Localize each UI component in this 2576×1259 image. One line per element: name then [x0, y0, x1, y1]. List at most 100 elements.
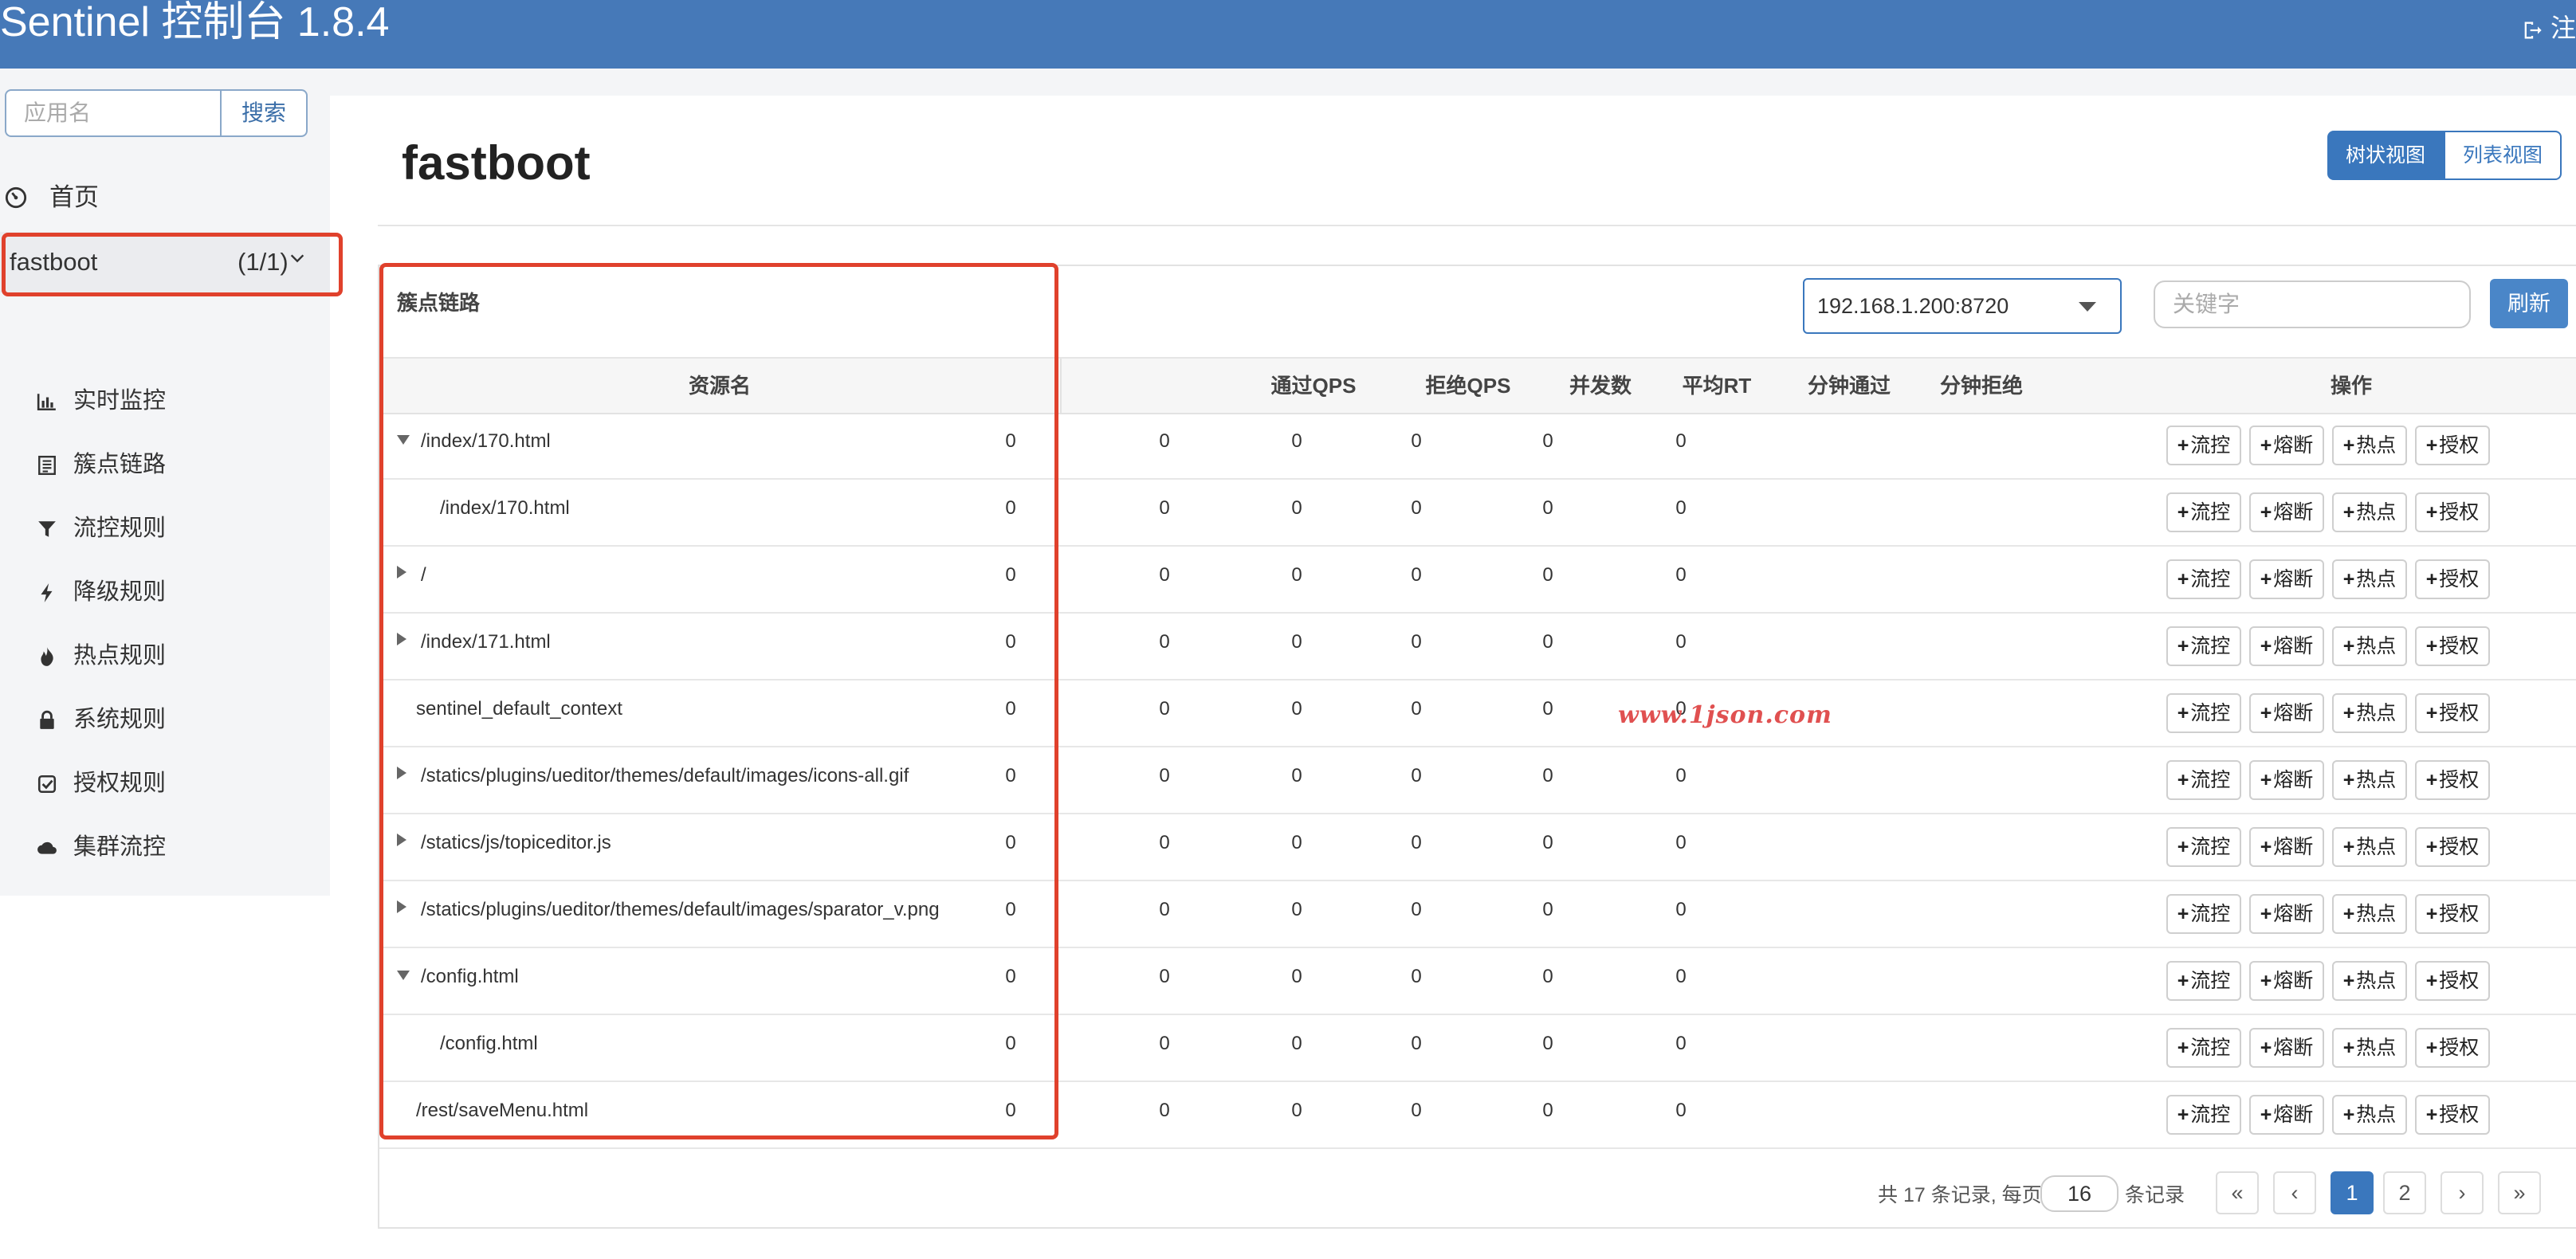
action-label: 流控 — [2190, 434, 2231, 457]
machine-select[interactable]: 192.168.1.200:8720 — [1803, 278, 2122, 334]
flow-rule-button[interactable]: +流控 — [2166, 492, 2241, 532]
auth-rule-button[interactable]: +授权 — [2415, 894, 2490, 934]
table-row: /index/170.html 0 0 0 0 0 0 +流控 +熔断 +热点 +授权 — [379, 480, 2576, 547]
degrade-rule-button[interactable]: +熔断 — [2249, 760, 2324, 800]
plus-icon: + — [2425, 1104, 2438, 1126]
hotspot-rule-button[interactable]: +热点 — [2332, 894, 2407, 934]
refresh-button[interactable]: 刷新 — [2490, 279, 2568, 328]
flow-rule-button[interactable]: +流控 — [2166, 961, 2241, 1001]
keyword-input[interactable] — [2154, 280, 2471, 328]
flow-rule-button[interactable]: +流控 — [2166, 760, 2241, 800]
action-label: 热点 — [2356, 903, 2397, 925]
caret-right-icon[interactable] — [397, 566, 406, 579]
caret-right-icon[interactable] — [397, 633, 406, 645]
flow-rule-button[interactable]: +流控 — [2166, 559, 2241, 599]
degrade-rule-button[interactable]: +熔断 — [2249, 426, 2324, 465]
action-label: 流控 — [2190, 501, 2231, 524]
metric-cell: 0 — [1005, 698, 1016, 720]
degrade-rule-button[interactable]: +熔断 — [2249, 894, 2324, 934]
metric-cell: 0 — [1542, 1100, 1553, 1121]
metric-cell: 0 — [1675, 1100, 1687, 1121]
auth-rule-button[interactable]: +授权 — [2415, 559, 2490, 599]
plus-icon: + — [2260, 769, 2272, 791]
search-button[interactable]: 搜索 — [220, 89, 308, 137]
sidebar-item-degrade-rules[interactable]: 降级规则 — [0, 564, 330, 620]
hotspot-rule-button[interactable]: +热点 — [2332, 693, 2407, 733]
first-page-button[interactable]: « — [2216, 1171, 2259, 1214]
plus-icon: + — [2177, 702, 2189, 724]
auth-rule-button[interactable]: +授权 — [2415, 961, 2490, 1001]
hotspot-rule-button[interactable]: +热点 — [2332, 559, 2407, 599]
auth-rule-button[interactable]: +授权 — [2415, 1028, 2490, 1068]
action-label: 熔断 — [2273, 434, 2314, 457]
resource-name: /statics/plugins/ueditor/themes/default/… — [421, 899, 940, 920]
flow-rule-button[interactable]: +流控 — [2166, 426, 2241, 465]
hotspot-rule-button[interactable]: +热点 — [2332, 760, 2407, 800]
hotspot-rule-button[interactable]: +热点 — [2332, 426, 2407, 465]
plus-icon: + — [2425, 836, 2438, 858]
action-label: 熔断 — [2273, 970, 2314, 992]
caret-down-icon[interactable] — [397, 971, 410, 980]
action-label: 授权 — [2439, 903, 2480, 925]
metric-cell: 0 — [1159, 1100, 1170, 1121]
flow-rule-button[interactable]: +流控 — [2166, 894, 2241, 934]
degrade-rule-button[interactable]: +熔断 — [2249, 1028, 2324, 1068]
flow-rule-button[interactable]: +流控 — [2166, 827, 2241, 867]
degrade-rule-button[interactable]: +熔断 — [2249, 626, 2324, 666]
next-page-button[interactable]: › — [2441, 1171, 2484, 1214]
metric-cell: 0 — [1005, 1100, 1016, 1121]
auth-rule-button[interactable]: +授权 — [2415, 693, 2490, 733]
degrade-rule-button[interactable]: +熔断 — [2249, 492, 2324, 532]
page-size-input[interactable]: 16 — [2040, 1175, 2119, 1212]
flow-rule-button[interactable]: +流控 — [2166, 693, 2241, 733]
page-button-2[interactable]: 2 — [2383, 1171, 2426, 1214]
tree-view-button[interactable]: 树状视图 — [2327, 131, 2444, 180]
metric-cell: 0 — [1159, 899, 1170, 920]
sidebar-item-system-rules[interactable]: 系统规则 — [0, 692, 330, 747]
list-view-button[interactable]: 列表视图 — [2444, 131, 2562, 180]
metric-cell: 0 — [1411, 966, 1422, 987]
sidebar-item-hotspot-rules[interactable]: 热点规则 — [0, 628, 330, 684]
auth-rule-button[interactable]: +授权 — [2415, 626, 2490, 666]
degrade-rule-button[interactable]: +熔断 — [2249, 961, 2324, 1001]
sidebar-item-cluster-flow[interactable]: 集群流控 — [0, 819, 330, 875]
metric-cell: 0 — [1291, 899, 1302, 920]
logout-link[interactable]: 注 — [2521, 8, 2576, 45]
hotspot-rule-button[interactable]: +热点 — [2332, 961, 2407, 1001]
caret-right-icon[interactable] — [397, 900, 406, 913]
auth-rule-button[interactable]: +授权 — [2415, 827, 2490, 867]
metric-cell: 0 — [1542, 564, 1553, 586]
nav-home[interactable]: 首页 — [0, 172, 330, 223]
degrade-rule-button[interactable]: +熔断 — [2249, 693, 2324, 733]
hotspot-rule-button[interactable]: +热点 — [2332, 1028, 2407, 1068]
caret-down-icon[interactable] — [397, 435, 410, 445]
page-button-1[interactable]: 1 — [2331, 1171, 2374, 1214]
flow-rule-button[interactable]: +流控 — [2166, 626, 2241, 666]
last-page-button[interactable]: » — [2498, 1171, 2541, 1214]
auth-rule-button[interactable]: +授权 — [2415, 426, 2490, 465]
degrade-rule-button[interactable]: +熔断 — [2249, 1095, 2324, 1135]
degrade-rule-button[interactable]: +熔断 — [2249, 827, 2324, 867]
hotspot-rule-button[interactable]: +热点 — [2332, 626, 2407, 666]
hotspot-rule-button[interactable]: +热点 — [2332, 492, 2407, 532]
hotspot-rule-button[interactable]: +热点 — [2332, 1095, 2407, 1135]
caret-right-icon[interactable] — [397, 767, 406, 779]
degrade-rule-button[interactable]: +熔断 — [2249, 559, 2324, 599]
sidebar-item-auth-rules[interactable]: 授权规则 — [0, 755, 330, 811]
auth-rule-button[interactable]: +授权 — [2415, 760, 2490, 800]
auth-rule-button[interactable]: +授权 — [2415, 1095, 2490, 1135]
sidebar-item-monitor[interactable]: 实时监控 — [0, 373, 330, 429]
flow-rule-button[interactable]: +流控 — [2166, 1028, 2241, 1068]
app-item-fastboot[interactable]: fastboot (1/1) — [0, 232, 330, 292]
metric-cell: 0 — [1542, 497, 1553, 519]
column-header: 资源名 — [688, 374, 751, 398]
auth-rule-button[interactable]: +授权 — [2415, 492, 2490, 532]
app-search-input[interactable] — [5, 89, 220, 137]
sidebar-item-cluster-link[interactable]: 簇点链路 — [0, 437, 330, 492]
caret-right-icon[interactable] — [397, 833, 406, 846]
hotspot-rule-button[interactable]: +热点 — [2332, 827, 2407, 867]
flow-rule-button[interactable]: +流控 — [2166, 1095, 2241, 1135]
prev-page-button[interactable]: ‹ — [2273, 1171, 2316, 1214]
sidebar-item-flow-rules[interactable]: 流控规则 — [0, 500, 330, 556]
dashboard-icon — [5, 186, 27, 209]
